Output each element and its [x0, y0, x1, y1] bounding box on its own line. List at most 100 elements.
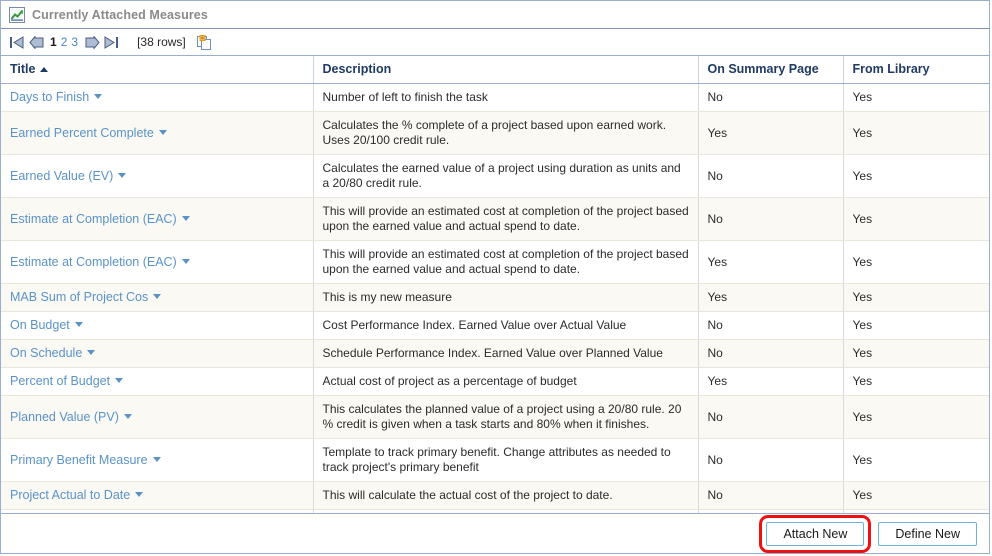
- measures-table: Title Description On Summary Page From L…: [1, 56, 989, 513]
- cell-title: Percent of Budget: [1, 367, 314, 396]
- cell-on-summary-page: No: [698, 339, 844, 368]
- chevron-down-icon[interactable]: [181, 258, 190, 264]
- attached-measures-panel: Currently Attached Measures 1 2 3 [38 ro…: [0, 0, 990, 554]
- pager-toolbar: 1 2 3 [38 rows]: [1, 29, 989, 56]
- cell-title: Earned Value (EV): [1, 154, 314, 198]
- panel-title: Currently Attached Measures: [32, 7, 208, 22]
- cell-description: Actual cost of project as a percentage o…: [313, 367, 699, 396]
- page-number-2[interactable]: 2: [61, 36, 68, 48]
- chart-icon: [9, 6, 25, 23]
- panel-titlebar: Currently Attached Measures: [1, 1, 989, 29]
- define-new-button[interactable]: Define New: [878, 521, 977, 546]
- cell-from-library: Yes: [843, 83, 989, 112]
- cell-description: This calculates the planned value of a p…: [313, 395, 699, 439]
- column-header-description[interactable]: Description: [313, 56, 699, 84]
- measure-title-link[interactable]: Project Actual to Date: [10, 488, 130, 502]
- cell-from-library: Yes: [843, 111, 989, 155]
- next-page-icon[interactable]: [85, 34, 100, 50]
- page-number-3[interactable]: 3: [71, 36, 78, 48]
- cell-description: Number of left to finish the task: [313, 83, 699, 112]
- table-row: Percent of Budget Actual cost of project …: [1, 367, 989, 396]
- cell-on-summary-page: No: [698, 481, 844, 510]
- cell-description: This will provide an estimated cost at c…: [313, 240, 699, 284]
- cell-title: Estimate at Completion (EAC): [1, 240, 314, 284]
- chevron-down-icon[interactable]: [153, 294, 162, 299]
- cell-title: Project Actual to Date: [1, 481, 314, 510]
- table-row: On Budget Cost Performance Index. Earned …: [1, 311, 989, 340]
- chevron-down-icon[interactable]: [115, 378, 124, 383]
- column-header-from-library[interactable]: From Library: [843, 56, 989, 84]
- chevron-down-icon[interactable]: [158, 129, 167, 135]
- chevron-down-icon[interactable]: [135, 492, 144, 497]
- chevron-down-icon[interactable]: [181, 215, 190, 221]
- measure-title-link[interactable]: Earned Percent Complete: [10, 126, 154, 140]
- cell-title: Estimate at Completion (EAC): [1, 197, 314, 241]
- cell-title: Primary Benefit Measure: [1, 438, 314, 482]
- chevron-down-icon[interactable]: [74, 322, 83, 327]
- table-body: Days to Finish Number of left to finish t…: [1, 83, 989, 513]
- cell-from-library: Yes: [843, 367, 989, 396]
- table-row: On Schedule Schedule Performance Index. E…: [1, 339, 989, 368]
- table-row: Planned Value (PV) This calculates the pl…: [1, 395, 989, 439]
- table-row: Earned Percent Complete Calculates the % …: [1, 111, 989, 155]
- cell-from-library: Yes: [843, 240, 989, 284]
- cell-description: Calculates the % complete of a project b…: [313, 111, 699, 155]
- cell-on-summary-page: No: [698, 83, 844, 112]
- previous-page-icon[interactable]: [29, 34, 44, 50]
- table-row: Days to Finish Number of left to finish t…: [1, 83, 989, 112]
- table-row: Estimate at Completion (EAC) This will pr…: [1, 240, 989, 284]
- measure-title-link[interactable]: MAB Sum of Project Cos: [10, 290, 148, 304]
- cell-on-summary-page: Yes: [698, 367, 844, 396]
- cell-from-library: Yes: [843, 154, 989, 198]
- measure-title-link[interactable]: Earned Value (EV): [10, 169, 113, 183]
- cell-title: Earned Percent Complete: [1, 111, 314, 155]
- attach-new-wrapper: Attach New: [759, 514, 872, 553]
- table-row: Project Actual to Date This will calculat…: [1, 481, 989, 510]
- column-header-title[interactable]: Title: [1, 56, 314, 84]
- first-page-icon[interactable]: [10, 35, 25, 49]
- cell-description: This will calculate the actual cost of t…: [313, 481, 699, 510]
- cell-from-library: Yes: [843, 438, 989, 482]
- measure-title-link[interactable]: On Schedule: [10, 346, 82, 360]
- cell-on-summary-page: No: [698, 395, 844, 439]
- table-row: Estimate at Completion (EAC) This will pr…: [1, 197, 989, 241]
- column-header-on-summary-page[interactable]: On Summary Page: [698, 56, 844, 84]
- chevron-down-icon[interactable]: [123, 413, 132, 419]
- cell-on-summary-page: No: [698, 154, 844, 198]
- measure-title-link[interactable]: Estimate at Completion (EAC): [10, 212, 177, 226]
- chevron-down-icon[interactable]: [94, 94, 103, 99]
- cell-description: Cost Performance Index. Earned Value ove…: [313, 311, 699, 340]
- sort-ascending-icon: [40, 67, 49, 72]
- measure-title-link[interactable]: Planned Value (PV): [10, 410, 119, 424]
- table-header-row: Title Description On Summary Page From L…: [1, 56, 989, 84]
- cell-description: This is my new measure: [313, 283, 699, 312]
- attach-new-button[interactable]: Attach New: [766, 521, 865, 546]
- table-row: Earned Value (EV) Calculates the earned v…: [1, 154, 989, 198]
- chevron-down-icon[interactable]: [152, 456, 161, 462]
- chevron-down-icon[interactable]: [118, 172, 127, 178]
- measure-title-link[interactable]: Estimate at Completion (EAC): [10, 255, 177, 269]
- cell-description: Template to track primary benefit. Chang…: [313, 438, 699, 482]
- measure-title-link[interactable]: Primary Benefit Measure: [10, 453, 148, 467]
- cell-title: Planned Value (PV): [1, 395, 314, 439]
- last-page-icon[interactable]: [104, 35, 119, 49]
- cell-from-library: Yes: [843, 395, 989, 439]
- cell-title: On Budget: [1, 311, 314, 340]
- cell-description: Calculates the earned value of a project…: [313, 154, 699, 198]
- cell-on-summary-page: No: [698, 311, 844, 340]
- cell-title: MAB Sum of Project Cos: [1, 283, 314, 312]
- page-number-1[interactable]: 1: [50, 36, 57, 48]
- cell-from-library: Yes: [843, 339, 989, 368]
- column-header-title-label: Title: [10, 62, 36, 76]
- cell-on-summary-page: Yes: [698, 283, 844, 312]
- cell-on-summary-page: No: [698, 197, 844, 241]
- panel-footer: Attach New Define New: [1, 513, 989, 553]
- cell-from-library: Yes: [843, 481, 989, 510]
- table-row: MAB Sum of Project Cos This is my new mea…: [1, 283, 989, 312]
- chevron-down-icon[interactable]: [87, 350, 96, 355]
- measure-title-link[interactable]: Days to Finish: [10, 90, 89, 104]
- cell-on-summary-page: Yes: [698, 240, 844, 284]
- measure-title-link[interactable]: On Budget: [10, 318, 70, 332]
- measure-title-link[interactable]: Percent of Budget: [10, 374, 110, 388]
- copy-icon[interactable]: [196, 34, 212, 50]
